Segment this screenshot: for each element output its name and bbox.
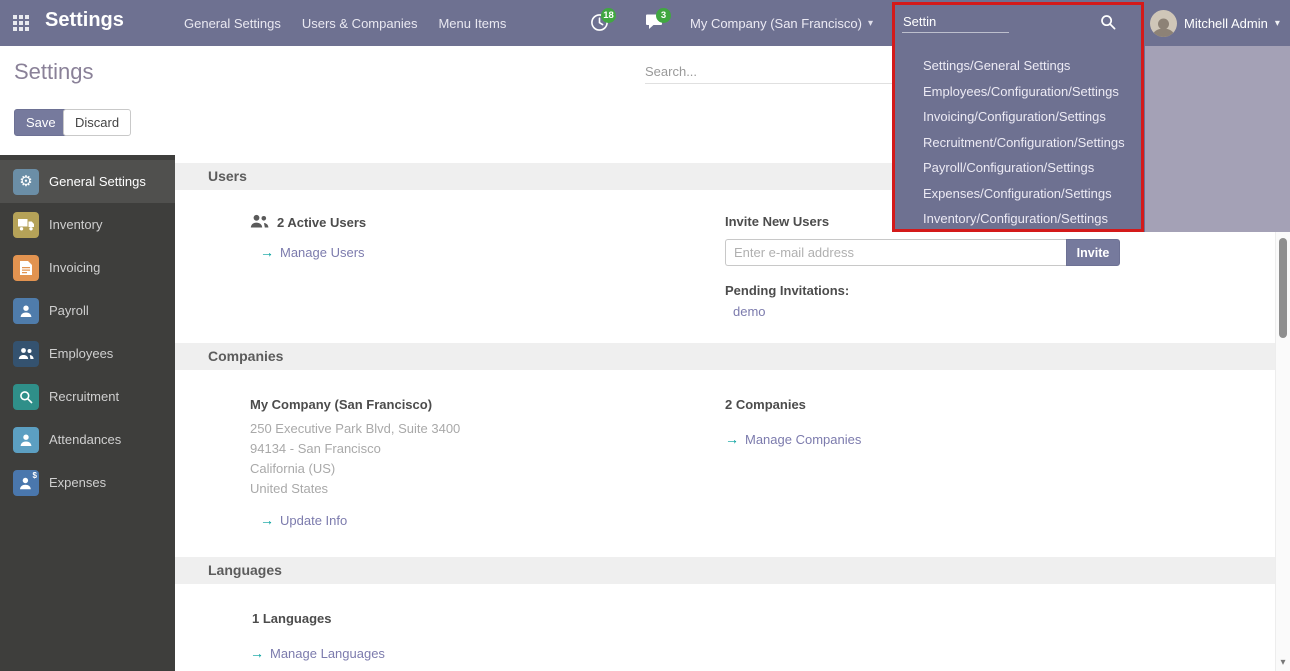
invite-email-input[interactable] bbox=[725, 239, 1066, 266]
pending-user-link[interactable]: demo bbox=[725, 304, 1275, 319]
discard-button[interactable]: Discard bbox=[63, 109, 131, 136]
sidebar-item-general-settings[interactable]: ⚙ General Settings bbox=[0, 160, 175, 203]
sidebar-item-label: Attendances bbox=[49, 432, 121, 447]
address-line: California (US) bbox=[250, 459, 725, 479]
companies-left-column: My Company (San Francisco) 250 Executive… bbox=[175, 370, 725, 549]
user-name: Mitchell Admin bbox=[1184, 16, 1268, 31]
sidebar-item-label: Recruitment bbox=[49, 389, 119, 404]
activities-button[interactable]: 18 bbox=[590, 13, 609, 35]
messages-badge: 3 bbox=[656, 8, 671, 23]
sidebar-item-inventory[interactable]: Inventory bbox=[0, 203, 175, 246]
scroll-down-arrow-icon[interactable]: ▾ bbox=[1276, 657, 1290, 668]
search-result-item[interactable]: Recruitment/Configuration/Settings bbox=[895, 130, 1145, 156]
section-languages: 1 Languages → Manage Languages bbox=[175, 584, 1275, 661]
top-navbar: Settings General Settings Users & Compan… bbox=[0, 0, 1290, 46]
section-header-companies: Companies bbox=[175, 343, 1275, 370]
sidebar-item-label: Inventory bbox=[49, 217, 102, 232]
search-result-item[interactable]: Settings/General Settings bbox=[895, 53, 1145, 79]
company-name: My Company (San Francisco) bbox=[690, 16, 862, 31]
dollar-glyph: $ bbox=[33, 471, 37, 480]
settings-sidebar: ⚙ General Settings Inventory Invoicing P… bbox=[0, 155, 175, 671]
magnifier-icon bbox=[13, 384, 39, 410]
caret-down-icon: ▾ bbox=[1275, 18, 1280, 29]
arrow-right-icon: → bbox=[725, 431, 739, 447]
manage-users-link[interactable]: → Manage Users bbox=[250, 244, 725, 260]
sidebar-item-label: Payroll bbox=[49, 303, 89, 318]
company-name-label: My Company (San Francisco) bbox=[250, 397, 725, 412]
address-line: 94134 - San Francisco bbox=[250, 439, 725, 459]
company-address: 250 Executive Park Blvd, Suite 3400 9413… bbox=[250, 419, 725, 499]
attendance-person-icon bbox=[13, 427, 39, 453]
address-line: 250 Executive Park Blvd, Suite 3400 bbox=[250, 419, 725, 439]
messages-button[interactable]: 3 bbox=[645, 13, 663, 33]
languages-left-column: 1 Languages → Manage Languages bbox=[175, 584, 725, 661]
sidebar-item-label: Employees bbox=[49, 346, 113, 361]
sidebar-item-attendances[interactable]: Attendances bbox=[0, 418, 175, 461]
manage-languages-link[interactable]: → Manage Languages bbox=[250, 645, 725, 661]
sidebar-item-invoicing[interactable]: Invoicing bbox=[0, 246, 175, 289]
arrow-right-icon: → bbox=[260, 512, 274, 528]
arrow-right-icon: → bbox=[260, 244, 274, 260]
address-line: United States bbox=[250, 479, 725, 499]
user-menu[interactable]: Mitchell Admin ▾ bbox=[1150, 0, 1280, 46]
section-companies: My Company (San Francisco) 250 Executive… bbox=[175, 370, 1275, 549]
activities-badge: 18 bbox=[601, 8, 616, 23]
sidebar-item-expenses[interactable]: $ Expenses bbox=[0, 461, 175, 504]
app-title[interactable]: Settings bbox=[45, 9, 124, 32]
sidebar-item-recruitment[interactable]: Recruitment bbox=[0, 375, 175, 418]
search-result-item[interactable]: Payroll/Configuration/Settings bbox=[895, 155, 1145, 181]
menu-general-settings[interactable]: General Settings bbox=[184, 16, 281, 31]
search-input[interactable] bbox=[645, 60, 893, 84]
truck-icon bbox=[13, 212, 39, 238]
users-left-column: 2 Active Users → Manage Users bbox=[175, 190, 725, 335]
update-info-label: Update Info bbox=[280, 513, 347, 528]
languages-count: 1 Languages bbox=[250, 611, 725, 626]
people-icon bbox=[13, 341, 39, 367]
scrollbar-thumb[interactable] bbox=[1279, 238, 1287, 338]
expense-person-icon: $ bbox=[13, 470, 39, 496]
manage-languages-label: Manage Languages bbox=[270, 646, 385, 661]
menu-menu-items[interactable]: Menu Items bbox=[438, 16, 506, 31]
invoice-icon bbox=[13, 255, 39, 281]
secondary-dropdown-panel bbox=[1145, 46, 1290, 232]
pending-invitations-label: Pending Invitations: bbox=[725, 283, 1275, 298]
apps-menu-icon[interactable] bbox=[13, 15, 29, 31]
manage-users-label: Manage Users bbox=[280, 245, 365, 260]
navbar-menu: General Settings Users & Companies Menu … bbox=[184, 0, 506, 46]
search-result-item[interactable]: Expenses/Configuration/Settings bbox=[895, 181, 1145, 207]
arrow-right-icon: → bbox=[250, 645, 264, 661]
update-info-link[interactable]: → Update Info bbox=[250, 512, 725, 528]
sidebar-item-employees[interactable]: Employees bbox=[0, 332, 175, 375]
active-users-count: 2 Active Users bbox=[277, 215, 366, 230]
avatar bbox=[1150, 10, 1177, 37]
companies-right-column: 2 Companies → Manage Companies bbox=[725, 370, 1275, 549]
payroll-person-icon bbox=[13, 298, 39, 324]
manage-companies-link[interactable]: → Manage Companies bbox=[725, 431, 1275, 447]
sidebar-item-label: General Settings bbox=[49, 174, 146, 189]
save-button[interactable]: Save bbox=[14, 109, 68, 136]
menu-users-companies[interactable]: Users & Companies bbox=[302, 16, 418, 31]
settings-content: Users 2 Active Users → Manage Users Invi… bbox=[175, 155, 1275, 671]
caret-down-icon: ▾ bbox=[868, 18, 873, 29]
search-result-item[interactable]: Invoicing/Configuration/Settings bbox=[895, 104, 1145, 130]
sidebar-item-label: Invoicing bbox=[49, 260, 100, 275]
settings-page: Settings General Settings Users & Compan… bbox=[0, 0, 1290, 671]
company-switcher[interactable]: My Company (San Francisco) ▾ bbox=[690, 0, 873, 46]
search-icon[interactable] bbox=[1100, 14, 1116, 33]
users-icon bbox=[250, 214, 269, 231]
gear-icon: ⚙ bbox=[13, 169, 39, 195]
invite-button[interactable]: Invite bbox=[1066, 239, 1120, 266]
manage-companies-label: Manage Companies bbox=[745, 432, 861, 447]
search-result-item[interactable]: Employees/Configuration/Settings bbox=[895, 79, 1145, 105]
breadcrumb: Settings bbox=[14, 59, 94, 85]
menu-search-input[interactable] bbox=[902, 8, 1009, 33]
menu-search bbox=[902, 8, 1120, 38]
companies-count: 2 Companies bbox=[725, 397, 1275, 412]
sidebar-item-payroll[interactable]: Payroll bbox=[0, 289, 175, 332]
search-result-item[interactable]: Inventory/Configuration/Settings bbox=[895, 206, 1145, 232]
sidebar-item-label: Expenses bbox=[49, 475, 106, 490]
section-header-languages: Languages bbox=[175, 557, 1275, 584]
menu-search-dropdown: Settings/General Settings Employees/Conf… bbox=[895, 46, 1145, 232]
